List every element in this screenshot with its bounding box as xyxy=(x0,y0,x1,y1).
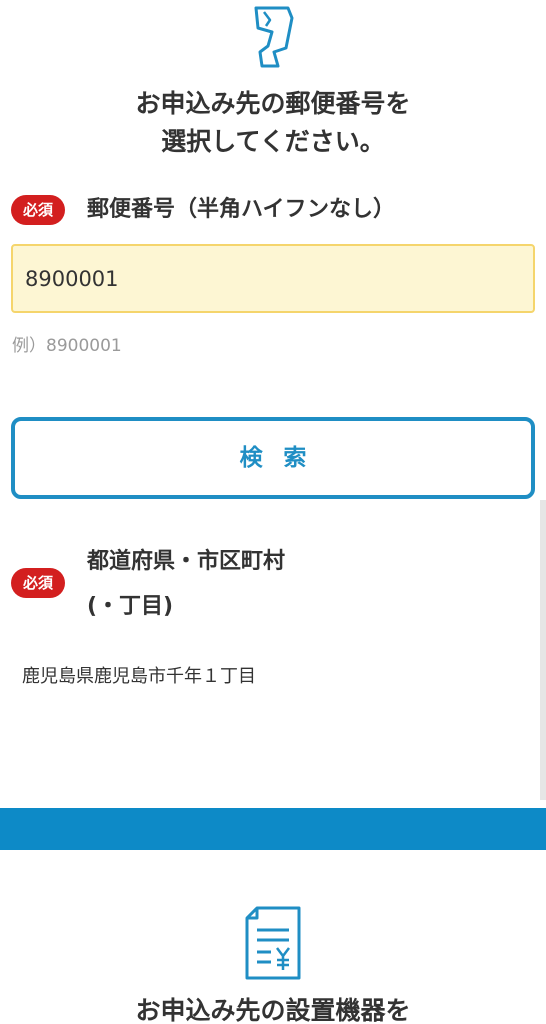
postal-example-text: 例）8900001 xyxy=(12,336,122,356)
section-divider-band xyxy=(0,808,546,850)
address-required-badge: 必須 xyxy=(11,568,66,598)
document-yen-icon xyxy=(245,906,301,980)
address-label-line2: (・丁目) xyxy=(87,594,174,619)
postal-code-input[interactable] xyxy=(11,244,535,313)
address-value: 鹿児島県鹿児島市千年１丁目 xyxy=(22,666,256,687)
postal-section-title: お申込み先の郵便番号を 選択してください。 xyxy=(0,85,546,161)
search-button[interactable]: 検索 xyxy=(11,417,535,499)
address-label-line1: 都道府県・市区町村 xyxy=(87,549,286,574)
map-outline-icon xyxy=(254,6,294,68)
scrollbar-track[interactable] xyxy=(540,500,546,800)
postal-title-line2: 選択してください。 xyxy=(161,127,385,156)
postal-required-badge: 必須 xyxy=(11,195,66,225)
equipment-section-title: お申込み先の設置機器を xyxy=(135,996,411,1024)
postal-title-line1: お申込み先の郵便番号を xyxy=(135,89,411,118)
postal-field-label: 郵便番号（半角ハイフンなし） xyxy=(87,197,396,222)
